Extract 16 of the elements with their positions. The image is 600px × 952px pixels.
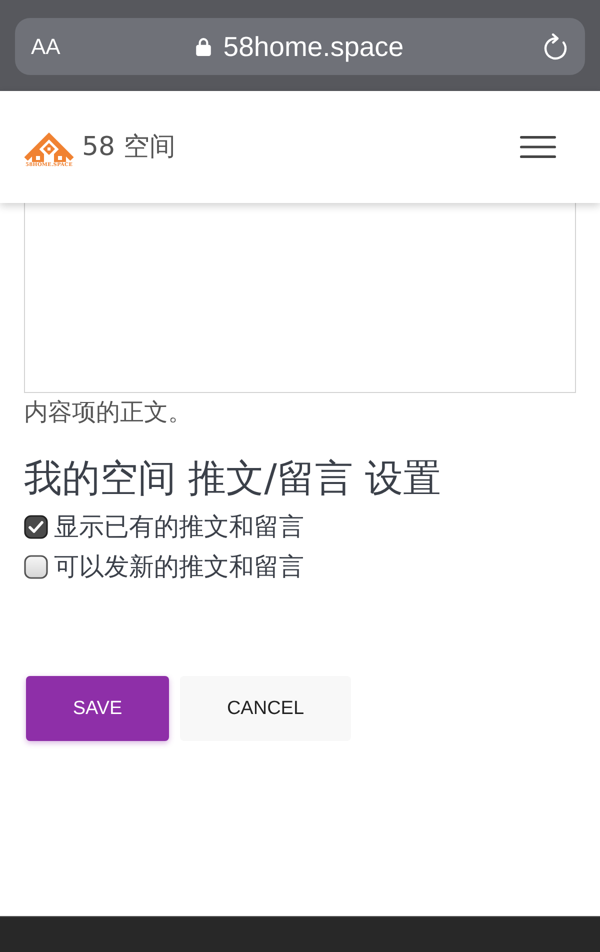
house-logo-icon[interactable] <box>24 132 74 162</box>
address-bar[interactable]: AA 58home.space <box>15 18 585 75</box>
checkbox-label[interactable]: 可以发新的推文和留言 <box>54 551 304 583</box>
site-name[interactable]: 58 空间 <box>82 131 176 163</box>
save-button[interactable]: SAVE <box>26 676 169 741</box>
help-text: 内容项的正文。 <box>24 397 193 427</box>
lock-icon <box>196 37 212 56</box>
url-text: 58home.space <box>223 30 404 62</box>
text-size-button[interactable]: AA <box>31 34 60 60</box>
checkbox[interactable] <box>24 515 48 539</box>
settings-heading: 我的空间 推文/留言 设置 <box>24 455 442 501</box>
checkbox-label[interactable]: 显示已有的推文和留言 <box>54 511 304 543</box>
cancel-button[interactable]: CANCEL <box>180 676 351 741</box>
checkbox[interactable] <box>24 555 48 579</box>
menu-icon[interactable] <box>520 136 556 158</box>
reload-icon[interactable] <box>543 32 569 60</box>
